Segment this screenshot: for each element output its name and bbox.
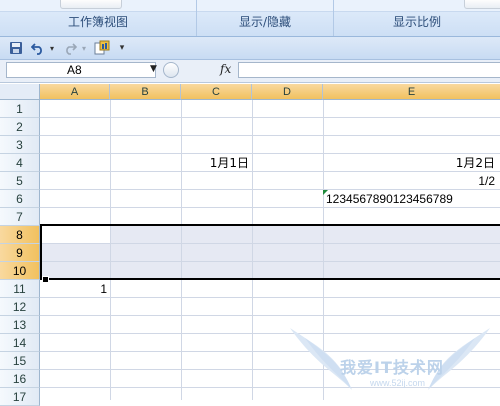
cell-e6[interactable]: 1234567890123456789 — [326, 190, 453, 208]
formula-bar-expand-icon[interactable] — [163, 62, 179, 78]
row-header-14[interactable]: 14 — [0, 334, 40, 352]
row-header-7[interactable]: 7 — [0, 208, 40, 226]
column-header-e[interactable]: E — [323, 84, 500, 100]
row-header-15[interactable]: 15 — [0, 352, 40, 370]
watermark-text: 我爱IT技术网 — [340, 358, 444, 377]
column-header-b[interactable]: B — [110, 84, 181, 100]
select-all-corner[interactable] — [0, 84, 40, 100]
zoom-button[interactable] — [464, 0, 500, 9]
quick-access-toolbar: ▾ ▾ ▾ — [0, 37, 500, 60]
save-icon[interactable] — [8, 40, 24, 56]
row-header-6[interactable]: 6 — [0, 190, 40, 208]
ribbon-group-label: 工作簿视图 — [67, 15, 128, 29]
watermark-url: www.52ij.com — [370, 378, 426, 388]
redo-icon[interactable] — [62, 40, 78, 56]
column-header-a[interactable]: A — [40, 84, 110, 100]
customize-qat-icon[interactable]: ▾ — [116, 40, 128, 56]
row-header-8[interactable]: 8 — [0, 226, 40, 244]
ribbon-group-zoom: 显示比例 — [334, 0, 500, 36]
column-header-c[interactable]: C — [181, 84, 252, 100]
selection-border-left — [40, 224, 42, 280]
row-header-11[interactable]: 11 — [0, 280, 40, 298]
formula-bar: A8 ▼ fx — [0, 60, 500, 83]
row-header-9[interactable]: 9 — [0, 244, 40, 262]
row-header-10[interactable]: 10 — [0, 262, 40, 280]
row-header-1[interactable]: 1 — [0, 100, 40, 118]
formula-input[interactable] — [238, 62, 500, 78]
cell-e5[interactable]: 1/2 — [323, 172, 495, 190]
ribbon-group-show-hide: 显示/隐藏 — [197, 0, 334, 36]
undo-dropdown-icon[interactable]: ▾ — [48, 40, 56, 56]
selection-border-top — [40, 224, 500, 226]
row-header-5[interactable]: 5 — [0, 172, 40, 190]
name-box[interactable]: A8 — [6, 62, 156, 78]
row-header-17[interactable]: 17 — [0, 388, 40, 406]
ribbon-group-label: 显示比例 — [392, 15, 441, 29]
ribbon: 工作簿视图 显示/隐藏 显示比例 — [0, 0, 500, 37]
cell-c4[interactable]: 1月1日 — [181, 154, 249, 172]
row-header-2[interactable]: 2 — [0, 118, 40, 136]
name-box-dropdown-icon[interactable]: ▼ — [150, 64, 157, 74]
custom-icon[interactable] — [94, 40, 110, 56]
row-header-3[interactable]: 3 — [0, 136, 40, 154]
ribbon-group-workbook-views: 工作簿视图 — [0, 0, 197, 36]
selection-border-bottom — [40, 278, 500, 280]
cell-e4[interactable]: 1月2日 — [323, 154, 495, 172]
name-box-value: A8 — [67, 63, 82, 77]
insert-function-button[interactable]: fx — [220, 62, 231, 76]
active-cell-a8[interactable] — [40, 226, 110, 244]
row-header-13[interactable]: 13 — [0, 316, 40, 334]
ribbon-group-label: 显示/隐藏 — [238, 15, 292, 29]
column-header-d[interactable]: D — [252, 84, 323, 100]
undo-icon[interactable] — [30, 40, 46, 56]
row-header-12[interactable]: 12 — [0, 298, 40, 316]
redo-dropdown-icon[interactable]: ▾ — [80, 40, 88, 56]
row-header-4[interactable]: 4 — [0, 154, 40, 172]
row-header-16[interactable]: 16 — [0, 370, 40, 388]
cell-a11[interactable]: 1 — [40, 280, 107, 298]
workbook-view-button[interactable] — [60, 0, 122, 9]
